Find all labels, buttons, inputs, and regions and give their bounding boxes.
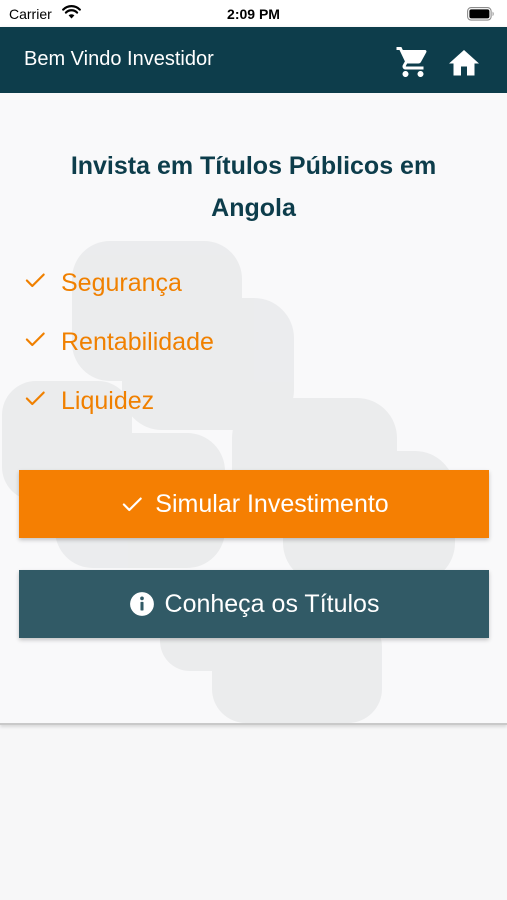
content-card: Invista em Títulos Públicos em Angola Se… [0,93,507,725]
cart-button[interactable] [395,44,431,80]
nav-bar: Bem Vindo Investidor [0,27,507,93]
check-icon [22,326,48,359]
status-bar: Carrier 2:09 PM [0,0,507,27]
check-icon [119,491,145,517]
check-icon [22,267,48,300]
simular-investimento-button[interactable]: Simular Investimento [19,470,489,538]
info-icon [129,591,155,617]
check-icon [22,385,48,418]
home-button[interactable] [446,45,482,79]
benefit-label: Liquidez [61,387,155,415]
simular-investimento-label: Simular Investimento [155,489,389,518]
battery-icon [467,7,495,26]
page-title: Invista em Títulos Públicos em Angola [70,152,437,222]
benefit-label: Rentabilidade [61,328,214,356]
status-time: 2:09 PM [227,6,280,22]
conheca-titulos-label: Conheça os Títulos [164,589,380,618]
nav-title: Bem Vindo Investidor [24,48,214,70]
cart-icon [395,47,431,84]
conheca-titulos-button[interactable]: Conheça os Títulos [19,570,489,638]
home-icon [446,50,482,83]
benefit-label: Segurança [61,269,182,297]
